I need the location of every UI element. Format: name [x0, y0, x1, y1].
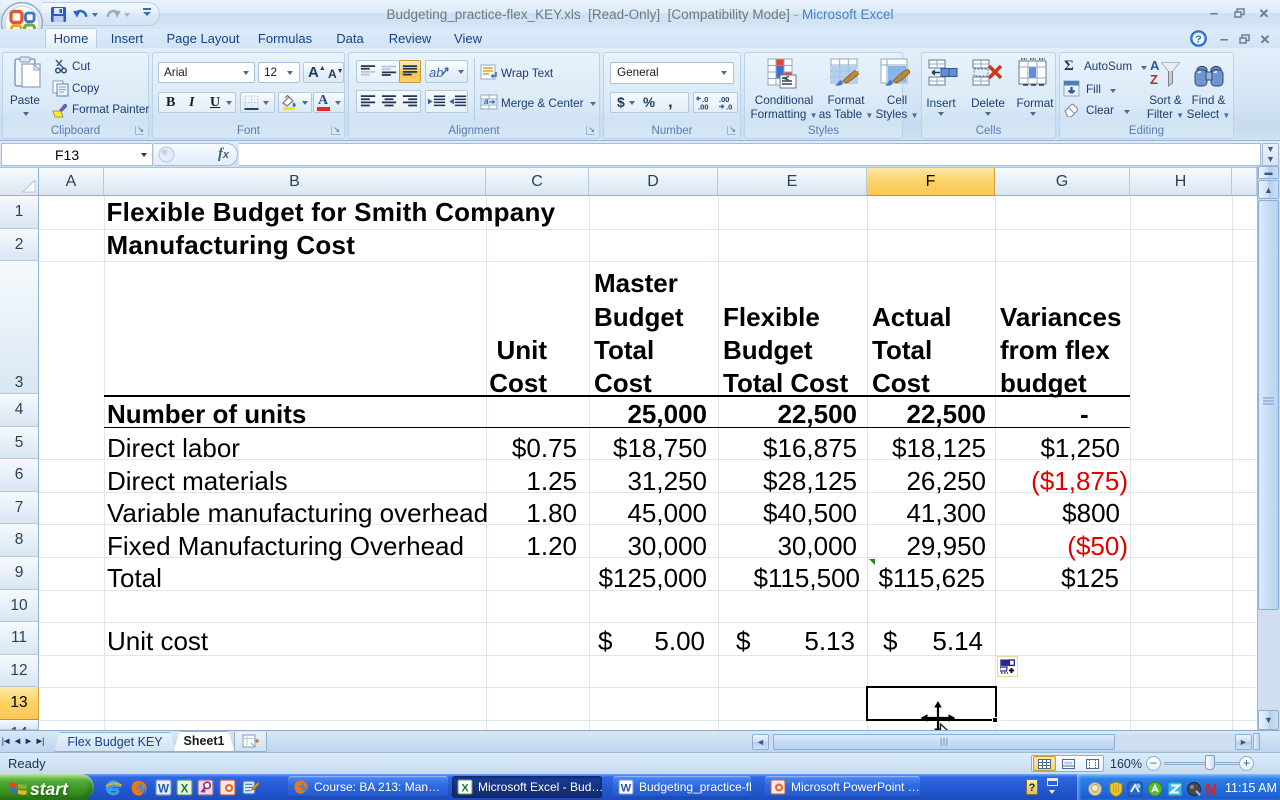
svg-text:X: X	[461, 783, 469, 795]
svg-text:?: ?	[1195, 34, 1201, 46]
svg-text:X: X	[181, 782, 189, 795]
svg-text:ab: ab	[429, 65, 443, 80]
svg-text:A: A	[1150, 58, 1160, 73]
svg-text:Z: Z	[1150, 72, 1158, 87]
svg-text:a: a	[484, 97, 489, 106]
svg-text:W: W	[621, 783, 632, 795]
svg-text:.0: .0	[726, 103, 732, 112]
svg-text:W: W	[158, 782, 169, 795]
svg-text:.00: .00	[698, 103, 708, 112]
svg-text:N: N	[1205, 782, 1217, 797]
